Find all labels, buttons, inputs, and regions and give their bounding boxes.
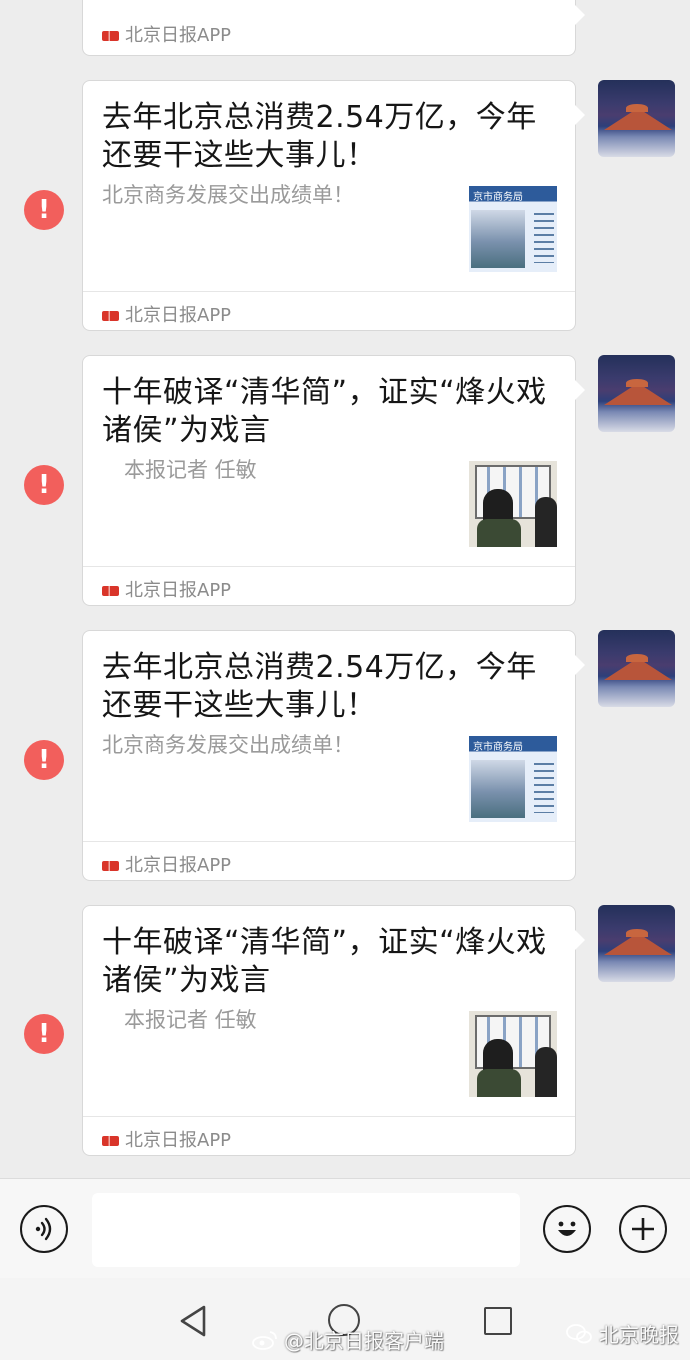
send-failed-icon[interactable]: ! — [24, 740, 64, 780]
user-avatar[interactable] — [598, 905, 675, 982]
beijing-daily-logo-icon — [102, 311, 119, 321]
news-title: 十年破译“清华简”，证实“烽火戏诸侯”为戏言 — [102, 375, 547, 448]
beijing-daily-logo-icon — [102, 861, 119, 871]
source-name: 北京日报APP — [125, 1130, 232, 1151]
emoji-icon — [558, 1221, 576, 1236]
chat-input-bar — [0, 1178, 690, 1278]
user-avatar[interactable] — [598, 630, 675, 707]
wechat-logo-icon — [566, 1323, 592, 1343]
message-text-input[interactable] — [92, 1193, 520, 1267]
thumbnail-banner: 京市商务局 — [473, 742, 523, 753]
thumbnail-banner: 京市商务局 — [473, 192, 523, 203]
user-avatar[interactable] — [598, 80, 675, 157]
source-name: 北京日报APP — [125, 580, 232, 601]
voice-button[interactable] — [20, 1205, 68, 1253]
send-failed-icon[interactable]: ! — [24, 1014, 64, 1054]
museum-visitors-thumbnail — [469, 1011, 557, 1097]
beijing-daily-logo-icon — [102, 1136, 119, 1146]
source-name: 北京日报APP — [125, 305, 232, 326]
back-icon[interactable] — [178, 1304, 208, 1338]
card-source: 北京日报APP — [102, 1130, 231, 1152]
more-functions-button[interactable] — [619, 1205, 667, 1253]
weibo-watermark-text: @北京日报客户端 — [284, 1329, 444, 1353]
museum-visitors-thumbnail — [469, 461, 557, 547]
beijing-daily-logo-icon — [102, 31, 119, 41]
card-source: 北京日报APP — [102, 305, 231, 327]
user-avatar[interactable] — [598, 355, 675, 432]
wechat-watermark-text: 北京晚报 — [599, 1323, 679, 1347]
weibo-watermark: @北京日报客户端 — [252, 1325, 444, 1354]
beijing-daily-logo-icon — [102, 586, 119, 596]
commerce-bureau-thumbnail: 京市商务局 — [469, 186, 557, 272]
news-card[interactable]: 十年破译“清华简”，证实“烽火戏诸侯”为戏言 本报记者 任敏 北京日报APP — [82, 355, 585, 606]
news-summary: 北京商务发展交出成绩单！ — [102, 733, 354, 757]
news-card[interactable]: 去年北京总消费2.54万亿，今年还要干这些大事儿！ 北京商务发展交出成绩单！ 京… — [82, 630, 585, 881]
card-divider — [83, 1116, 575, 1117]
news-card[interactable]: 十年破译“清华简”，证实“烽火戏诸侯”为戏言 本报记者 任敏 北京日报APP — [82, 905, 585, 1156]
weibo-logo-icon — [252, 1330, 277, 1350]
voice-icon — [35, 1217, 52, 1241]
news-title: 去年北京总消费2.54万亿，今年还要干这些大事儿！ — [102, 100, 537, 173]
news-summary: 本报记者 任敏 — [124, 1008, 257, 1032]
source-name: 北京日报APP — [125, 25, 232, 46]
news-title: 去年北京总消费2.54万亿，今年还要干这些大事儿！ — [102, 650, 537, 723]
card-source: 北京日报APP — [102, 855, 231, 877]
card-source: 北京日报APP — [102, 580, 231, 602]
emoji-button[interactable] — [543, 1205, 591, 1253]
news-title: 十年破译“清华简”，证实“烽火戏诸侯”为戏言 — [102, 925, 547, 998]
news-summary: 本报记者 任敏 — [124, 458, 257, 482]
card-divider — [83, 841, 575, 842]
send-failed-icon[interactable]: ! — [24, 465, 64, 505]
recent-apps-icon[interactable] — [484, 1307, 512, 1335]
card-source: 北京日报APP — [102, 25, 231, 47]
card-divider — [83, 566, 575, 567]
source-name: 北京日报APP — [125, 855, 232, 876]
card-divider — [83, 291, 575, 292]
send-failed-icon[interactable]: ! — [24, 190, 64, 230]
news-card[interactable]: 去年北京总消费2.54万亿，今年还要干这些大事儿！ 北京商务发展交出成绩单！ 京… — [82, 80, 585, 331]
commerce-bureau-thumbnail: 京市商务局 — [469, 736, 557, 822]
news-summary: 北京商务发展交出成绩单！ — [102, 183, 354, 207]
news-card-partial[interactable]: 北京日报APP — [82, 0, 585, 56]
plus-icon — [632, 1218, 654, 1240]
chat-area[interactable]: 北京日报APP ! 去年北京总消费2.54万亿，今年还要干这些大事儿！ 北京商务… — [0, 0, 690, 1178]
wechat-watermark: 北京晚报 — [565, 1319, 679, 1348]
